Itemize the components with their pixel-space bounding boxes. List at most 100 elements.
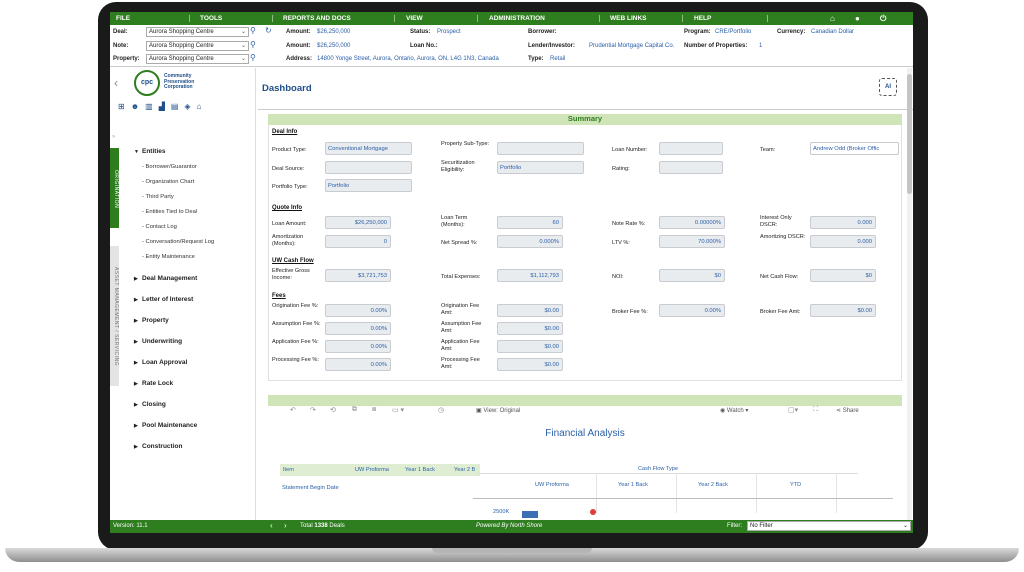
total-expenses-field[interactable]: $1,112,793 [497,269,563,282]
col-year2[interactable]: Year 2 B [454,467,475,473]
org-chart-icon[interactable]: ⊞ [118,102,131,111]
sidebar-item-letter-of-interest[interactable]: ▶ Letter of Interest [134,296,193,303]
sidebar-item-property[interactable]: ▶ Property [134,317,169,324]
menu-help[interactable]: HELP [694,15,711,22]
undo-icon[interactable]: ↶ [290,406,296,414]
revert-icon[interactable]: ⟲ [330,406,336,414]
sidebar-sub-conversation-log[interactable]: - Conversation/Request Log [142,239,214,245]
ltv-field[interactable]: 70.000% [659,235,725,248]
sidebar-sub-third-party[interactable]: - Third Party [142,194,174,200]
sidebar-sub-contact-log[interactable]: - Contact Log [142,224,177,230]
note-rate-field[interactable]: 0.00000% [659,216,725,229]
scrollbar-thumb[interactable] [907,74,912,194]
sidebar-item-pool-maintenance[interactable]: ▶ Pool Maintenance [134,422,197,429]
interest-only-dscr-field[interactable]: 0.000 [810,216,876,229]
sidebar-item-closing[interactable]: ▶ Closing [134,401,166,408]
amortization-field[interactable]: 0 [325,235,391,248]
proc-fee-amt-field[interactable]: $0.00 [497,358,563,371]
fullscreen-icon[interactable]: ⛶ [813,406,818,414]
sidebar-sub-entities-tied[interactable]: - Entities Tied to Deal [142,209,197,215]
menu-web-links[interactable]: WEB LINKS [610,15,646,22]
menu-view[interactable]: VIEW [406,15,423,22]
filter-select[interactable]: No Filter ⌄ [747,521,911,531]
amortizing-dscr-field[interactable]: 0.000 [810,235,876,248]
menu-reports[interactable]: REPORTS AND DOCS [283,15,351,22]
ai-assistant-icon[interactable]: AI [879,78,897,96]
broker-fee-amt-field[interactable]: $0.00 [810,304,876,317]
user-icon[interactable]: ● [855,14,860,23]
document-icon[interactable]: ▤ [171,102,185,111]
device-icon[interactable]: ▭ ▾ [392,406,404,414]
loan-amount-field[interactable]: $26,250,000 [325,216,391,229]
collapse-chevron-icon[interactable]: ‹ [114,76,118,90]
comment-icon[interactable]: ▢▾ [788,406,798,414]
securitization-field[interactable]: Portfolio [497,161,584,174]
sidebar-item-underwriting[interactable]: ▶ Underwriting [134,338,182,345]
proc-fee-pct-field[interactable]: 0.00% [325,358,391,371]
assum-fee-amt-field[interactable]: $0.00 [497,322,563,335]
share-button[interactable]: ⋖ Share [836,407,859,414]
pause-icon[interactable]: ⧈ [372,406,376,414]
deal-select[interactable]: Aurora Shopping Centre ⌄ [146,27,249,37]
tab-origination[interactable]: ORIGINATION [110,148,119,228]
sidebar-item-deal-management[interactable]: ▶ Deal Management [134,275,197,282]
app-fee-pct-field[interactable]: 0.00% [325,340,391,353]
chart-bar[interactable] [522,511,538,518]
scrollbar[interactable] [907,68,912,520]
tab-asset-management[interactable]: ASSET MANAGEMENT / SERVICING [110,246,119,386]
col-item[interactable]: Item [283,467,294,473]
app-fee-amt-field[interactable]: $0.00 [497,340,563,353]
property-subtype-field[interactable] [497,142,584,155]
net-spread-field[interactable]: 0.000% [497,235,563,248]
sidebar-item-loan-approval[interactable]: ▶ Loan Approval [134,359,187,366]
property-select[interactable]: Aurora Shopping Centre ⌄ [146,54,249,64]
power-icon[interactable]: ⏻ [880,14,886,24]
building-icon[interactable]: ▥ [145,102,159,111]
menu-administration[interactable]: ADMINISTRATION [489,15,545,22]
sidebar-sub-org-chart[interactable]: - Organization Chart [142,179,194,185]
product-type-field[interactable]: Conventional Mortgage [325,142,412,155]
chart-point[interactable] [590,509,596,515]
search-icon[interactable]: ⚲ [250,40,256,49]
redo-icon[interactable]: ↷ [310,406,316,414]
view-original-button[interactable]: ▣ View: Original [476,407,520,414]
people-icon[interactable]: ☻ [131,102,145,111]
summary-header[interactable]: Summary [268,114,902,125]
next-icon[interactable]: › [284,521,287,530]
sidebar-item-construction[interactable]: ▶ Construction [134,443,182,450]
house-icon[interactable]: ⌂ [197,102,208,111]
sidebar-item-entities[interactable]: ▼ Entities [134,148,165,155]
loan-term-field[interactable]: 60 [497,216,563,229]
menu-tools[interactable]: TOOLS [200,15,222,22]
sidebar-sub-borrower[interactable]: - Borrower/Guarantor [142,164,197,170]
search-icon[interactable]: ⚲ [250,53,256,62]
chart-icon[interactable]: ▟ [159,102,171,111]
refresh-data-icon[interactable]: ⧉ [352,406,357,414]
sidebar-sub-entity-maintenance[interactable]: - Entity Maintenance [142,254,195,260]
broker-fee-pct-field[interactable]: 0.00% [659,304,725,317]
sidebar-item-rate-lock[interactable]: ▶ Rate Lock [134,380,173,387]
prev-icon[interactable]: ‹ [270,521,273,530]
portfolio-type-field[interactable]: Portfolio [325,179,412,192]
noi-field[interactable]: $0 [659,269,725,282]
money-icon[interactable]: ◈ [184,102,196,111]
refresh-icon[interactable]: ↻ [265,26,272,35]
search-icon[interactable]: ⚲ [250,26,256,35]
home-icon[interactable]: ⌂ [830,14,835,23]
egi-field[interactable]: $3,721,753 [325,269,391,282]
watch-button[interactable]: ◉ Watch ▾ [720,407,748,414]
note-select[interactable]: Aurora Shopping Centre ⌄ [146,41,249,51]
col-year1[interactable]: Year 1 Back [405,467,435,473]
ncf-field[interactable]: $0 [810,269,876,282]
clock-icon[interactable]: ◷ [438,406,444,414]
loan-number-field[interactable] [659,142,723,155]
col-uw-proforma[interactable]: UW Proforma [355,467,389,473]
deal-source-field[interactable] [325,161,412,174]
assum-fee-pct-field[interactable]: 0.00% [325,322,391,335]
menu-file[interactable]: FILE [116,15,130,22]
team-select[interactable]: Andrew Odd (Broker Offic [810,142,899,155]
orig-fee-pct-field[interactable]: 0.00% [325,304,391,317]
orig-fee-amt-field[interactable]: $0.00 [497,304,563,317]
expand-icon[interactable]: » [112,134,115,140]
rating-field[interactable] [659,161,723,174]
